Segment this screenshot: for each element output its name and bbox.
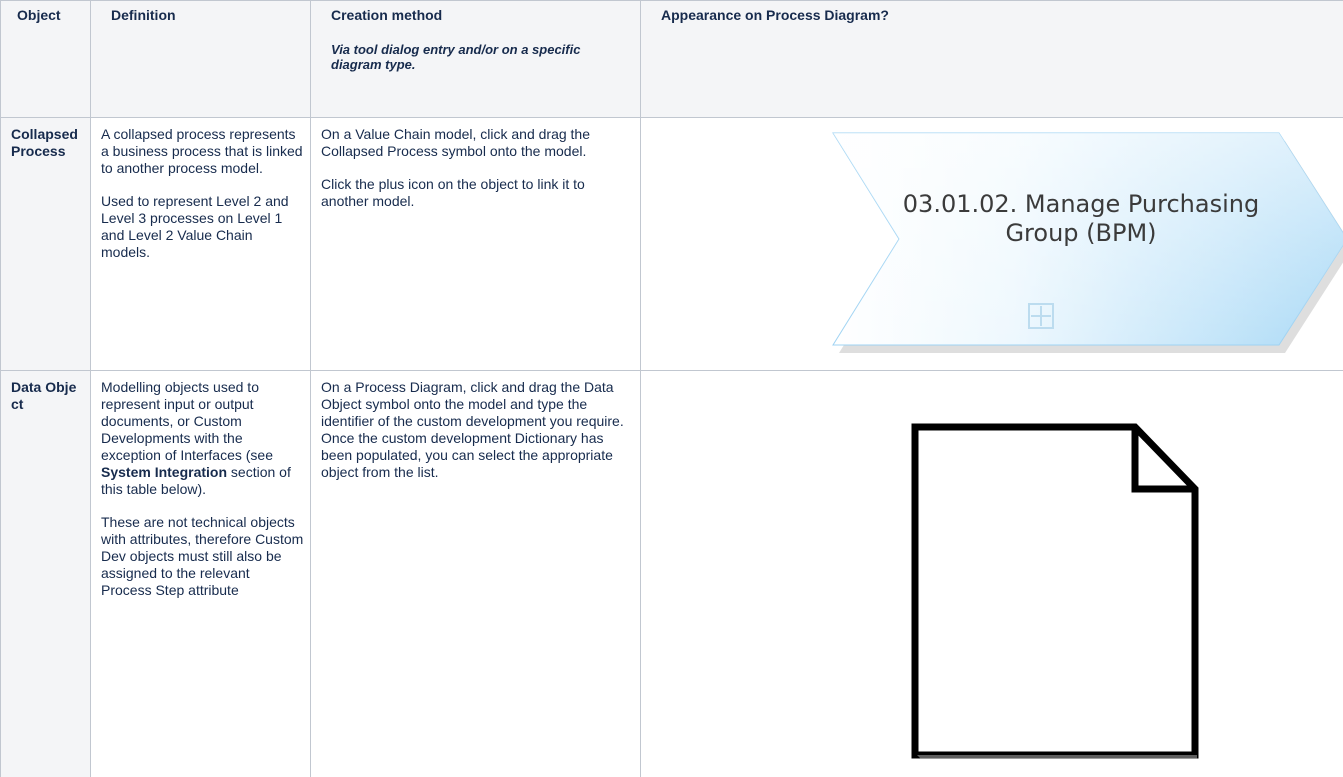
header-definition: Definition: [90, 0, 311, 118]
creation-cell: On a Value Chain model, click and drag t…: [310, 117, 641, 371]
appearance-cell: [640, 370, 1343, 777]
system-integration-ref: System Integration: [101, 464, 228, 480]
table-row: Collapsed Process A collapsed process re…: [0, 117, 1343, 371]
header-object: Object: [0, 0, 91, 118]
object-definitions-table: Object Definition Creation method Via to…: [0, 0, 1343, 777]
definition-paragraph: These are not technical objects with att…: [101, 514, 304, 598]
object-name-cell: Data Object: [0, 370, 91, 777]
creation-paragraph: On a Process Diagram, click and drag the…: [321, 379, 624, 480]
data-object-shape: [911, 423, 1199, 759]
appearance-cell: 03.01.02. Manage Purchasing Group (BPM): [640, 117, 1343, 371]
table-header-row: Object Definition Creation method Via to…: [0, 0, 1343, 118]
header-creation-note: Via tool dialog entry and/or on a specif…: [331, 42, 581, 72]
table-row: Data Object Modelling objects used to re…: [0, 370, 1343, 777]
object-name-cell: Collapsed Process: [0, 117, 91, 371]
definition-cell: Modelling objects used to represent inpu…: [90, 370, 311, 777]
creation-paragraph: On a Value Chain model, click and drag t…: [321, 126, 591, 159]
definition-paragraph: Modelling objects used to represent inpu…: [101, 379, 291, 497]
definition-paragraph: Used to represent Level 2 and Level 3 pr…: [101, 193, 289, 260]
collapsed-process-label: 03.01.02. Manage Purchasing Group (BPM): [902, 190, 1260, 247]
creation-cell: On a Process Diagram, click and drag the…: [310, 370, 641, 777]
creation-paragraph: Click the plus icon on the object to lin…: [321, 176, 585, 209]
definition-paragraph: A collapsed process represents a busines…: [101, 126, 303, 176]
header-appearance: Appearance on Process Diagram?: [640, 0, 1343, 118]
definition-cell: A collapsed process represents a busines…: [90, 117, 311, 371]
header-creation-label: Creation method: [331, 7, 443, 23]
content-table-wrapper: Object Definition Creation method Via to…: [0, 0, 1343, 777]
header-creation-method: Creation method Via tool dialog entry an…: [310, 0, 641, 118]
